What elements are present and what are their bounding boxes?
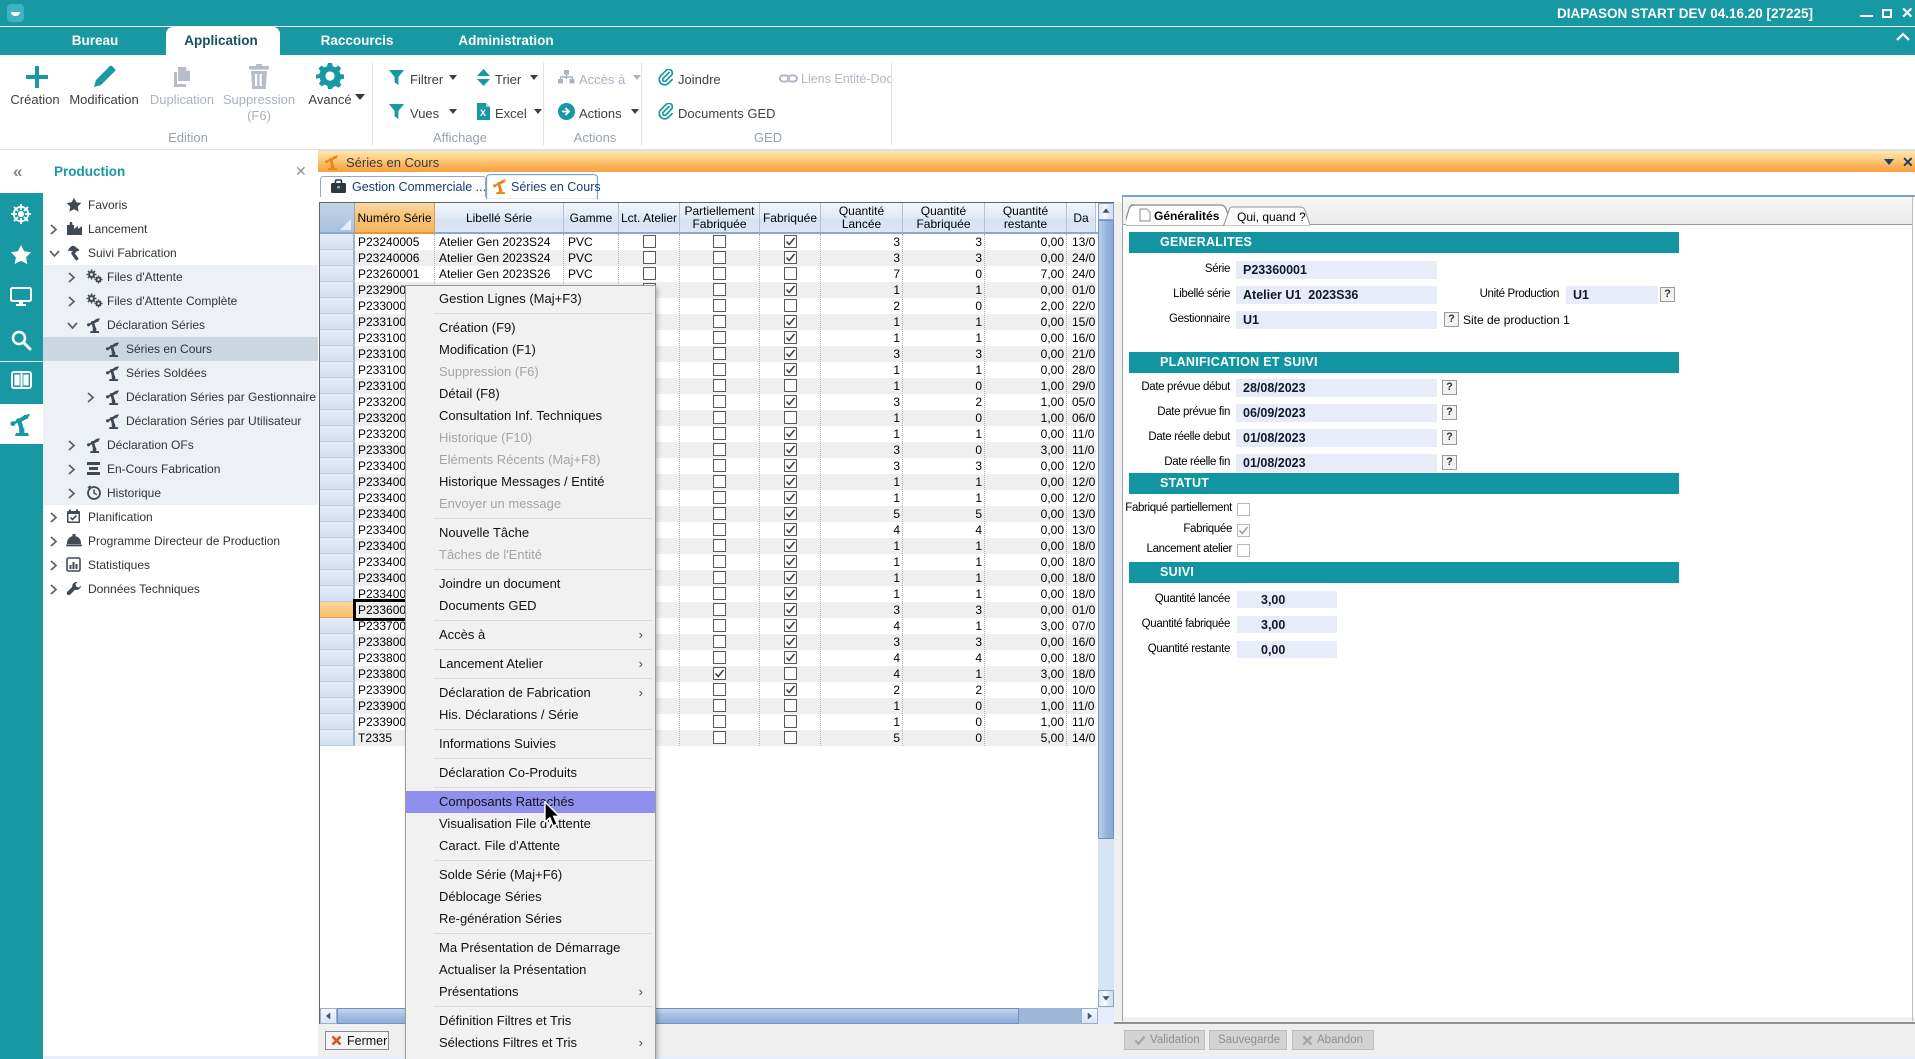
- svg-text:X: X: [480, 108, 486, 118]
